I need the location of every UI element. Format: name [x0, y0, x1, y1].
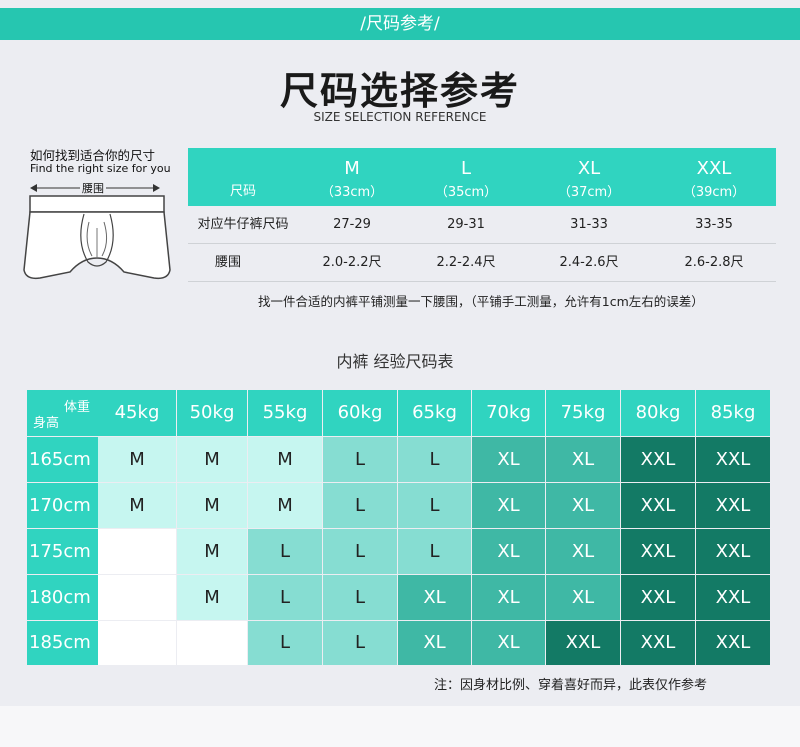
- size-cell: XL: [398, 575, 471, 620]
- size-col-xxl: XXL （39cm）: [682, 158, 746, 200]
- size-table-header: 尺码 M （33cm） L （35cm） XL （37cm） XXL （39cm）: [188, 148, 776, 206]
- size-cell: XXL: [696, 437, 770, 482]
- size-col-l: L （35cm）: [434, 158, 498, 200]
- size-cell: L: [248, 529, 322, 574]
- size-cell: L: [323, 483, 397, 528]
- size-cell: M: [177, 483, 247, 528]
- size-cell: XL: [472, 483, 545, 528]
- size-cell: L: [323, 575, 397, 620]
- height-header: 165cm: [27, 437, 98, 482]
- row-label: 对应牛仔裤尺码: [197, 217, 289, 232]
- weight-header: 60kg: [323, 390, 397, 436]
- weight-header: 80kg: [621, 390, 695, 436]
- measure-note: 找一件合适的内裤平铺测量一下腰围，（平铺手工测量，允许有1cm左右的误差）: [258, 294, 704, 309]
- corner-header: 体重 身高: [27, 390, 98, 436]
- size-cell: L: [398, 483, 471, 528]
- weight-header: 70kg: [472, 390, 545, 436]
- weight-header: 65kg: [398, 390, 471, 436]
- size-cell: XXL: [621, 575, 695, 620]
- size-cell: L: [323, 621, 397, 665]
- size-cell: M: [248, 483, 322, 528]
- size-cell: XL: [546, 437, 620, 482]
- table-cell: 2.0-2.2尺: [322, 255, 382, 270]
- weight-header: 85kg: [696, 390, 770, 436]
- experience-table-title: 内裤 经验尺码表: [336, 352, 454, 371]
- weight-header: 50kg: [177, 390, 247, 436]
- size-cell: [98, 575, 176, 620]
- briefs-icon: [23, 195, 171, 280]
- page-subtitle: SIZE SELECTION REFERENCE: [313, 110, 487, 124]
- size-cell: XL: [472, 437, 545, 482]
- table-cell: 2.6-2.8尺: [684, 255, 744, 270]
- size-cell: XL: [546, 483, 620, 528]
- height-header: 175cm: [27, 529, 98, 574]
- table-cell: 33-35: [695, 217, 733, 232]
- size-cell: XXL: [696, 529, 770, 574]
- size-cell: XXL: [621, 483, 695, 528]
- weight-header: 45kg: [98, 390, 176, 436]
- disclaimer-note: 注：因身材比例、穿着喜好而异，此表仅作参考: [434, 678, 708, 693]
- size-cell: XL: [398, 621, 471, 665]
- size-cell: M: [177, 575, 247, 620]
- row-label: 腰围: [214, 255, 241, 270]
- size-cell: XL: [472, 529, 545, 574]
- size-cell: M: [98, 437, 176, 482]
- size-cell: XXL: [621, 437, 695, 482]
- size-col-xl: XL （37cm）: [557, 158, 621, 200]
- size-cell: L: [323, 437, 397, 482]
- size-cell: L: [398, 529, 471, 574]
- size-cell: XXL: [696, 575, 770, 620]
- size-cell: XL: [472, 621, 545, 665]
- size-cell: XL: [472, 575, 545, 620]
- height-header: 170cm: [27, 483, 98, 528]
- size-row-jeans: 对应牛仔裤尺码 27-29 29-31 31-33 33-35: [188, 206, 776, 244]
- size-col-m: M （33cm）: [320, 158, 384, 200]
- size-cell: XL: [546, 529, 620, 574]
- size-cell: M: [248, 437, 322, 482]
- size-row-waist: 腰围 2.0-2.2尺 2.2-2.4尺 2.4-2.6尺 2.6-2.8尺: [188, 244, 776, 282]
- size-cell: [98, 529, 176, 574]
- size-cell: XXL: [696, 621, 770, 665]
- size-cell: [177, 621, 247, 665]
- size-cell: M: [177, 529, 247, 574]
- size-row-label: 尺码: [229, 184, 256, 199]
- size-cell: L: [248, 575, 322, 620]
- size-cell: XXL: [621, 529, 695, 574]
- size-cell: L: [398, 437, 471, 482]
- size-cell: XXL: [621, 621, 695, 665]
- size-cell: [98, 621, 176, 665]
- size-cell: XXL: [546, 621, 620, 665]
- size-cell: L: [248, 621, 322, 665]
- size-cell: L: [323, 529, 397, 574]
- weight-header: 55kg: [248, 390, 322, 436]
- page-title: 尺码选择参考: [279, 69, 520, 113]
- height-header: 185cm: [27, 621, 98, 665]
- size-cell: XXL: [696, 483, 770, 528]
- weight-header: 75kg: [546, 390, 620, 436]
- footer-strip: [0, 706, 800, 747]
- guide-subtitle: Find the right size for you: [30, 162, 171, 175]
- table-cell: 27-29: [333, 217, 371, 232]
- table-cell: 2.2-2.4尺: [436, 255, 496, 270]
- height-axis-label: 身高: [33, 416, 60, 431]
- weight-axis-label: 体重: [63, 400, 90, 415]
- size-cell: M: [98, 483, 176, 528]
- size-cell: M: [177, 437, 247, 482]
- section-banner: /尺码参考/: [0, 8, 800, 40]
- table-cell: 31-33: [570, 217, 608, 232]
- table-cell: 2.4-2.6尺: [559, 255, 619, 270]
- size-cell: XL: [546, 575, 620, 620]
- height-header: 180cm: [27, 575, 98, 620]
- table-cell: 29-31: [447, 217, 485, 232]
